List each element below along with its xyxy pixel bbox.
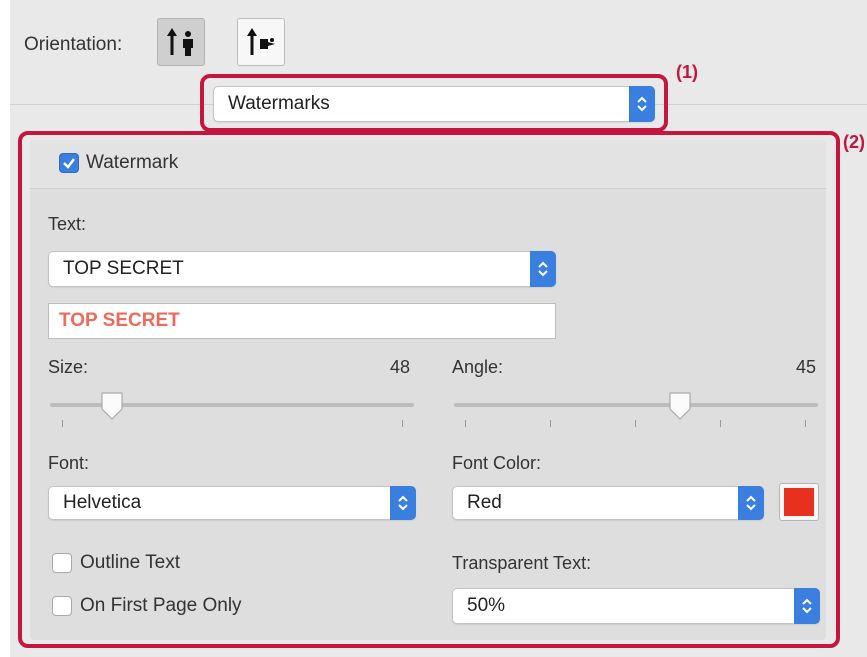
- first-page-only-label: On First Page Only: [80, 595, 242, 616]
- first-page-only-checkbox[interactable]: [52, 596, 72, 616]
- font-color-popup-value: Red: [467, 492, 502, 513]
- orientation-label: Orientation:: [24, 34, 123, 55]
- angle-slider-thumb[interactable]: [667, 391, 693, 426]
- angle-label: Angle:: [452, 357, 504, 377]
- transparent-text-label: Transparent Text:: [452, 553, 592, 573]
- popup-stepper: [794, 588, 820, 624]
- size-label: Size:: [48, 357, 89, 377]
- slider-tick: [635, 420, 636, 427]
- slider-tick: [720, 420, 721, 427]
- landscape-orientation-icon: [247, 28, 275, 55]
- popup-stepper: [530, 251, 556, 287]
- chevron-updown-icon: [538, 261, 548, 277]
- popup-stepper: [390, 486, 416, 520]
- text-label: Text:: [48, 214, 87, 234]
- angle-slider-track[interactable]: [454, 403, 818, 407]
- portrait-orientation-button[interactable]: [157, 18, 205, 66]
- watermark-text-popup-value: TOP SECRET: [63, 258, 184, 279]
- checkmark-icon: [63, 158, 75, 169]
- section-popup-value: Watermarks: [228, 93, 330, 114]
- slider-tick: [465, 420, 466, 427]
- outline-text-checkbox[interactable]: [52, 553, 72, 573]
- popup-stepper: [738, 486, 764, 520]
- transparent-text-popup[interactable]: 50%: [452, 588, 820, 624]
- slider-tick: [805, 420, 806, 427]
- font-color-popup[interactable]: Red: [452, 486, 764, 520]
- slider-thumb-icon: [101, 392, 123, 420]
- popup-stepper: [629, 86, 655, 122]
- transparent-text-popup-value: 50%: [467, 595, 506, 616]
- slider-tick: [402, 420, 403, 427]
- slider-tick: [62, 420, 63, 427]
- annotation-label-2: (2): [843, 132, 865, 152]
- font-color-label: Font Color:: [452, 453, 542, 473]
- watermark-text-field[interactable]: TOP SECRET: [48, 303, 556, 339]
- chevron-updown-icon: [746, 495, 756, 511]
- font-popup[interactable]: Helvetica: [48, 486, 416, 520]
- outline-text-label: Outline Text: [80, 552, 180, 573]
- landscape-orientation-button[interactable]: [237, 18, 285, 66]
- size-value: 48: [390, 357, 411, 377]
- chevron-updown-icon: [637, 96, 647, 112]
- section-popup[interactable]: Watermarks: [213, 86, 655, 122]
- slider-thumb-icon: [669, 392, 691, 420]
- watermark-text-field-value: TOP SECRET: [59, 310, 180, 331]
- annotation-label-1: (1): [676, 62, 698, 82]
- chevron-updown-icon: [398, 495, 408, 511]
- watermark-checkbox-label: Watermark: [86, 152, 179, 173]
- angle-value: 45: [796, 357, 817, 377]
- chevron-updown-icon: [802, 598, 812, 614]
- font-label: Font:: [48, 453, 90, 473]
- slider-tick: [550, 420, 551, 427]
- size-slider-thumb[interactable]: [99, 391, 125, 426]
- watermark-text-popup[interactable]: TOP SECRET: [48, 251, 556, 287]
- font-popup-value: Helvetica: [63, 492, 142, 513]
- portrait-orientation-icon: [167, 28, 193, 56]
- font-color-swatch[interactable]: [779, 483, 819, 521]
- watermark-checkbox[interactable]: [59, 153, 79, 173]
- font-color-swatch-fill: [784, 488, 814, 516]
